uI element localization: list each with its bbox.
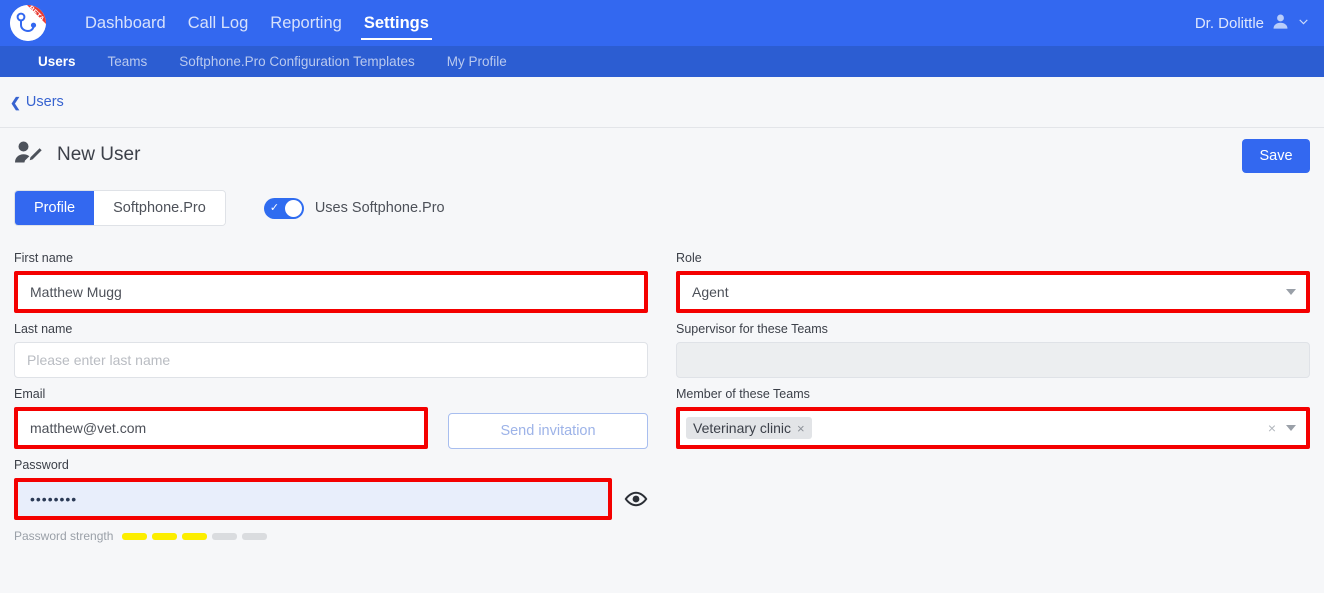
field-email: Email Send invitation bbox=[14, 387, 648, 449]
top-navigation-bar: BETA Dashboard Call Log Reporting Settin… bbox=[0, 0, 1324, 46]
field-supervisor-teams: Supervisor for these Teams bbox=[676, 322, 1310, 378]
password-label: Password bbox=[14, 458, 69, 472]
uses-softphone-pro-toggle-group: ✓ Uses Softphone.Pro bbox=[263, 197, 445, 219]
strength-bar bbox=[212, 532, 238, 540]
breadcrumb-back-users[interactable]: ❮ Users bbox=[10, 94, 64, 110]
nav-item-reporting[interactable]: Reporting bbox=[259, 0, 353, 46]
team-chip[interactable]: Veterinary clinic × bbox=[686, 417, 812, 439]
send-invitation-button[interactable]: Send invitation bbox=[448, 413, 648, 449]
tab-softphone-pro[interactable]: Softphone.Pro bbox=[94, 191, 225, 225]
page-title: New User bbox=[57, 144, 141, 165]
toggle-knob bbox=[284, 199, 302, 217]
uses-softphone-pro-label: Uses Softphone.Pro bbox=[314, 200, 445, 216]
strength-bar bbox=[242, 532, 268, 540]
password-input[interactable] bbox=[18, 482, 608, 516]
field-last-name: Last name bbox=[14, 322, 648, 378]
email-label: Email bbox=[14, 387, 46, 401]
tab-row: Profile Softphone.Pro ✓ Uses Softphone.P… bbox=[0, 182, 1324, 236]
profile-tab-group: Profile Softphone.Pro bbox=[14, 190, 226, 226]
field-first-name: First name bbox=[14, 251, 648, 313]
field-member-teams: Member of these Teams Veterinary clinic … bbox=[676, 387, 1310, 449]
page-title-group: New User bbox=[14, 140, 140, 171]
nav-item-dashboard[interactable]: Dashboard bbox=[74, 0, 177, 46]
last-name-label: Last name bbox=[14, 322, 73, 336]
password-strength-bars bbox=[122, 532, 268, 540]
strength-bar bbox=[182, 532, 208, 540]
check-icon: ✓ bbox=[269, 201, 280, 214]
form-column-right: Role Agent Supervisor for these Teams Me… bbox=[662, 242, 1324, 547]
email-highlight-box bbox=[14, 407, 428, 449]
nav-item-settings[interactable]: Settings bbox=[353, 0, 440, 46]
breadcrumb-label: Users bbox=[25, 94, 64, 110]
member-teams-highlight-box: Veterinary clinic × × bbox=[676, 407, 1310, 449]
first-name-input[interactable] bbox=[18, 275, 644, 309]
eye-icon bbox=[624, 491, 648, 514]
password-row bbox=[14, 478, 648, 520]
password-highlight-box bbox=[14, 478, 612, 520]
member-teams-label: Member of these Teams bbox=[676, 387, 810, 401]
secondary-navigation-bar: Users Teams Softphone.Pro Configuration … bbox=[0, 46, 1324, 77]
email-input[interactable] bbox=[18, 411, 424, 445]
subnav-item-softphone-config-templates[interactable]: Softphone.Pro Configuration Templates bbox=[163, 46, 430, 77]
email-input-wrap bbox=[14, 407, 428, 449]
chevron-left-icon: ❮ bbox=[10, 94, 21, 110]
password-strength-meter: Password strength bbox=[14, 529, 648, 543]
nav-item-call-log[interactable]: Call Log bbox=[177, 0, 260, 46]
email-row: Send invitation bbox=[14, 407, 648, 449]
chevron-down-icon[interactable] bbox=[1286, 425, 1296, 431]
role-label: Role bbox=[676, 251, 702, 265]
role-select[interactable]: Agent bbox=[680, 275, 1306, 309]
user-name-label: Dr. Dolittle bbox=[1194, 14, 1264, 32]
user-menu[interactable]: Dr. Dolittle bbox=[1195, 0, 1310, 46]
page-header: New User Save bbox=[0, 127, 1324, 182]
strength-bar bbox=[122, 532, 148, 540]
uses-softphone-pro-toggle[interactable]: ✓ bbox=[263, 197, 304, 219]
user-edit-icon bbox=[14, 140, 44, 171]
supervisor-teams-input bbox=[676, 342, 1310, 378]
role-selected-value: Agent bbox=[692, 284, 729, 300]
form-column-left: First name Last name Email Send invitati… bbox=[0, 242, 662, 547]
toggle-password-visibility-button[interactable] bbox=[624, 487, 648, 511]
first-name-label: First name bbox=[14, 251, 74, 265]
clear-all-icon[interactable]: × bbox=[1268, 420, 1276, 436]
field-role: Role Agent bbox=[676, 251, 1310, 313]
member-teams-multiselect[interactable]: Veterinary clinic × × bbox=[680, 411, 1306, 445]
field-password: Password Password stre bbox=[14, 458, 648, 543]
supervisor-teams-label: Supervisor for these Teams bbox=[676, 322, 828, 336]
chevron-down-icon bbox=[1297, 15, 1310, 32]
avatar-icon bbox=[1271, 12, 1290, 35]
save-button[interactable]: Save bbox=[1242, 139, 1310, 173]
strength-bar bbox=[152, 532, 178, 540]
tab-profile[interactable]: Profile bbox=[15, 191, 95, 225]
breadcrumb: ❮ Users bbox=[0, 77, 1324, 127]
password-input-wrap bbox=[14, 478, 612, 520]
chevron-down-icon bbox=[1286, 289, 1296, 295]
role-highlight-box: Agent bbox=[676, 271, 1310, 313]
subnav-item-users[interactable]: Users bbox=[22, 46, 92, 77]
remove-chip-icon[interactable]: × bbox=[797, 422, 805, 435]
password-strength-label: Password strength bbox=[14, 529, 114, 543]
subnav-item-teams[interactable]: Teams bbox=[92, 46, 164, 77]
primary-nav: Dashboard Call Log Reporting Settings bbox=[74, 0, 440, 46]
app-logo-beta-icon[interactable]: BETA bbox=[10, 5, 46, 41]
first-name-highlight-box bbox=[14, 271, 648, 313]
last-name-input[interactable] bbox=[14, 342, 648, 378]
team-chip-label: Veterinary clinic bbox=[693, 420, 792, 436]
new-user-form: First name Last name Email Send invitati… bbox=[0, 236, 1324, 547]
subnav-item-my-profile[interactable]: My Profile bbox=[431, 46, 523, 77]
